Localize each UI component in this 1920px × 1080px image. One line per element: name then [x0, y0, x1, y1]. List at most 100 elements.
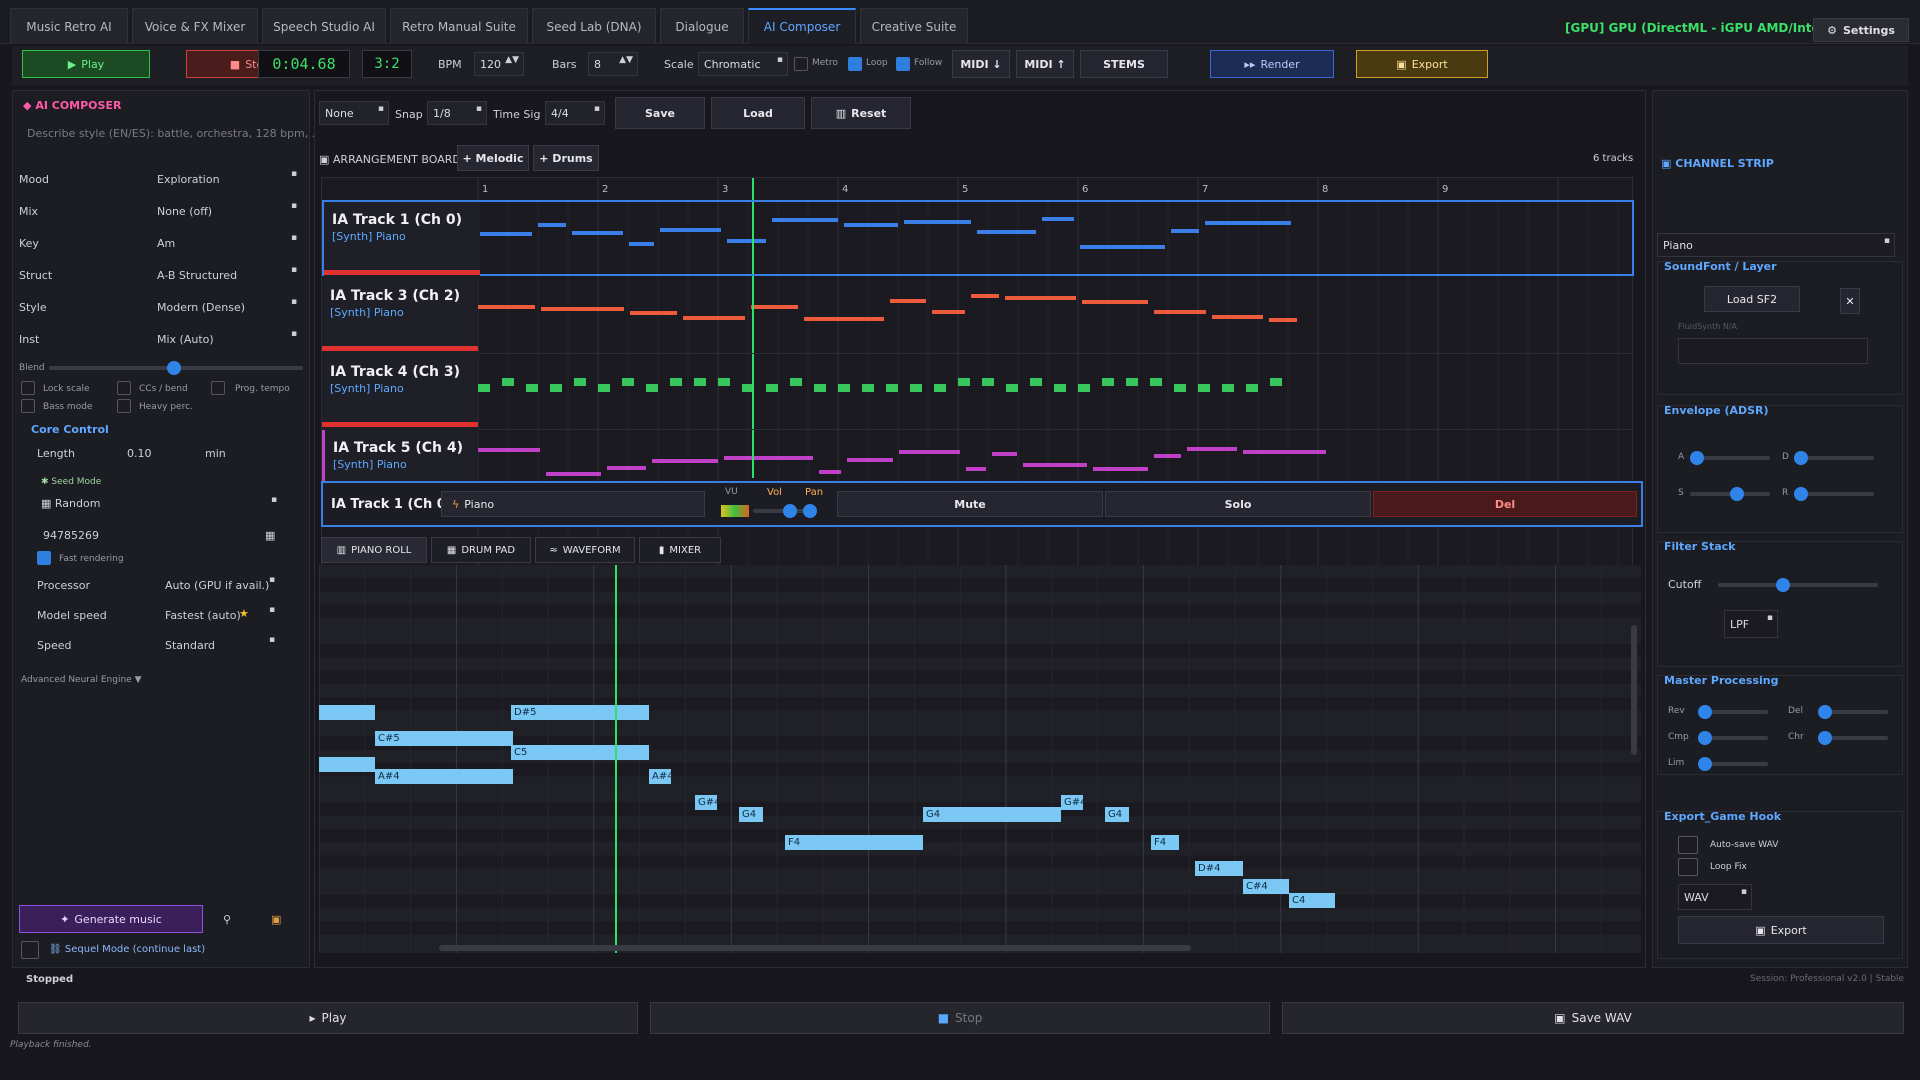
decay-slider[interactable] [1794, 451, 1874, 465]
compressor-slider[interactable] [1698, 731, 1768, 745]
export-button[interactable]: ▣ Export [1356, 50, 1488, 78]
tab-dialogue[interactable]: Dialogue [660, 8, 744, 44]
microphone-icon[interactable]: ⚲ [223, 913, 231, 926]
slider-handle[interactable] [803, 504, 817, 518]
slider-handle[interactable] [1794, 487, 1808, 501]
box-icon[interactable]: ▣ [271, 913, 281, 926]
slider-handle[interactable] [167, 361, 181, 375]
seed-input[interactable]: 94785269 [43, 529, 99, 542]
timesig-select[interactable]: 4/4 ▪ [545, 101, 605, 125]
play-button[interactable]: ▶ Play [22, 50, 150, 78]
advanced-engine-toggle[interactable]: Advanced Neural Engine ▼ [21, 675, 142, 685]
load-button[interactable]: Load [711, 97, 805, 129]
track-row[interactable]: IA Track 3 (Ch 2) [Synth] Piano [322, 278, 1634, 354]
note[interactable]: C#5 [375, 731, 513, 746]
bars-input[interactable]: 8 ▲▼ [588, 52, 638, 76]
reverb-slider[interactable] [1698, 705, 1768, 719]
sustain-slider[interactable] [1690, 487, 1770, 501]
note[interactable]: C4 [1289, 893, 1335, 908]
slider-handle[interactable] [1818, 705, 1832, 719]
note[interactable]: C#4 [1243, 879, 1289, 894]
note[interactable]: F4 [1151, 835, 1179, 850]
render-button[interactable]: ▸▸ Render [1210, 50, 1334, 78]
tab-creative-suite[interactable]: Creative Suite [860, 8, 968, 44]
blend-slider[interactable] [49, 361, 303, 375]
mute-button[interactable]: Mute [837, 491, 1103, 517]
cutoff-slider[interactable] [1718, 578, 1878, 592]
instrument-select[interactable]: Piano ▪ [1657, 233, 1895, 257]
randomize-seed-icon[interactable]: ▦ [265, 529, 275, 542]
autosave-checkbox[interactable] [1678, 836, 1698, 854]
tab-voice-fx-mixer[interactable]: Voice & FX Mixer [132, 8, 258, 44]
reset-button[interactable]: ▥ Reset [811, 97, 911, 129]
metro-checkbox[interactable] [794, 57, 808, 71]
track-header[interactable]: IA Track 1 (Ch 0) [Synth] Piano [324, 202, 480, 278]
note[interactable]: A#4 [649, 769, 671, 784]
tab-ai-composer[interactable]: AI Composer [748, 8, 856, 44]
note[interactable]: D#4 [1195, 861, 1243, 876]
bass-mode-checkbox[interactable] [21, 399, 35, 413]
length-input[interactable]: 0.10 [127, 447, 152, 460]
note[interactable]: G4 [739, 807, 763, 822]
chorus-slider[interactable] [1818, 731, 1888, 745]
tab-drum-pad[interactable]: ▦ DRUM PAD [431, 537, 531, 563]
instrument-select[interactable]: ϟ Piano [441, 491, 705, 517]
tab-retro-manual-suite[interactable]: Retro Manual Suite [390, 8, 528, 44]
prog-tempo-checkbox[interactable] [211, 381, 225, 395]
note[interactable]: G4 [1105, 807, 1129, 822]
slider-handle[interactable] [1690, 451, 1704, 465]
tab-mixer[interactable]: ▮ MIXER [639, 537, 721, 563]
vertical-scrollbar[interactable] [1631, 625, 1637, 755]
style-select[interactable]: Modern (Dense) [157, 301, 245, 314]
bottom-play-button[interactable]: ▸ Play [18, 1002, 638, 1034]
follow-checkbox[interactable] [896, 57, 910, 71]
lock-scale-checkbox[interactable] [21, 381, 35, 395]
close-icon[interactable]: ✕ [1840, 288, 1860, 314]
note[interactable]: G#4 [695, 795, 717, 810]
release-slider[interactable] [1794, 487, 1874, 501]
note[interactable] [319, 757, 375, 772]
sequel-mode-checkbox[interactable] [21, 941, 39, 959]
horizontal-scrollbar[interactable] [439, 945, 1191, 951]
struct-select[interactable]: A-B Structured [157, 269, 237, 282]
track-header[interactable]: IA Track 3 (Ch 2) [Synth] Piano [322, 278, 478, 354]
loop-fix-checkbox[interactable] [1678, 858, 1698, 876]
solo-button[interactable]: Solo [1105, 491, 1371, 517]
slider-handle[interactable] [1698, 705, 1712, 719]
settings-button[interactable]: ⚙ Settings [1813, 18, 1909, 42]
delete-track-button[interactable]: Del [1373, 491, 1637, 517]
model-speed-select[interactable]: Fastest (auto) [165, 609, 241, 622]
stems-button[interactable]: STEMS [1080, 50, 1168, 78]
note[interactable]: C5 [511, 745, 649, 760]
slider-handle[interactable] [1794, 451, 1808, 465]
save-wav-button[interactable]: ▣ Save WAV [1282, 1002, 1904, 1034]
piano-roll[interactable]: D#5 C#5 C5 A#4 A#4 G#4 G4 G4 G#4 G4 F4 F… [319, 565, 1641, 953]
load-sf2-button[interactable]: Load SF2 [1704, 286, 1800, 312]
ccs-bend-checkbox[interactable] [117, 381, 131, 395]
seed-type-select[interactable]: ▦ Random [41, 497, 100, 510]
tab-seed-lab[interactable]: Seed Lab (DNA) [532, 8, 656, 44]
speed-select[interactable]: Standard [165, 639, 215, 652]
format-select[interactable]: WAV ▪ [1678, 884, 1752, 910]
tab-piano-roll[interactable]: ▥ PIANO ROLL [321, 537, 427, 563]
style-prompt-input[interactable]: Describe style (EN/ES): battle, orchestr… [27, 127, 322, 140]
fast-rendering-checkbox[interactable] [37, 551, 51, 565]
generate-music-button[interactable]: ✦ Generate music [19, 905, 203, 933]
pan-slider[interactable] [793, 504, 823, 518]
soundfont-path-input[interactable] [1678, 338, 1868, 364]
processor-select[interactable]: Auto (GPU if avail.) [165, 579, 269, 592]
delay-slider[interactable] [1818, 705, 1888, 719]
limiter-slider[interactable] [1698, 757, 1768, 771]
add-melodic-button[interactable]: + Melodic [457, 145, 529, 171]
slider-handle[interactable] [1698, 731, 1712, 745]
slider-handle[interactable] [1698, 757, 1712, 771]
bottom-stop-button[interactable]: ■ Stop [650, 1002, 1270, 1034]
slider-handle[interactable] [1776, 578, 1790, 592]
attack-slider[interactable] [1690, 451, 1770, 465]
tab-waveform[interactable]: ≈ WAVEFORM [535, 537, 635, 563]
loop-checkbox[interactable] [848, 57, 862, 71]
key-select[interactable]: Am [157, 237, 175, 250]
tab-music-retro-ai[interactable]: Music Retro AI [10, 8, 128, 44]
slider-handle[interactable] [1730, 487, 1744, 501]
preset-select[interactable]: None ▪ [319, 101, 389, 125]
